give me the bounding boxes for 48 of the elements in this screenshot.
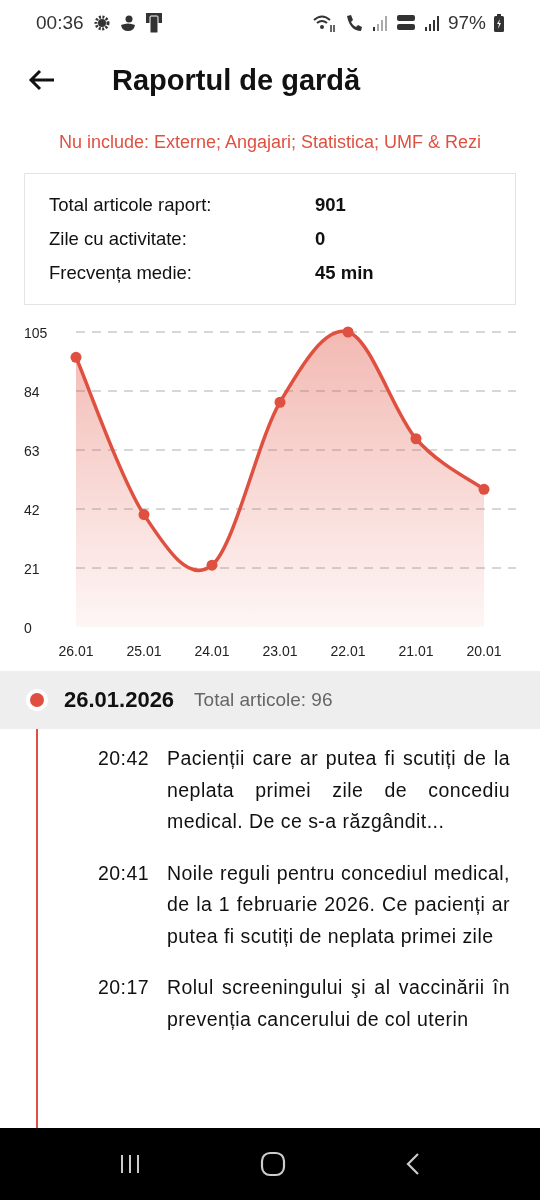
y-tick-label: 42 xyxy=(24,502,40,518)
y-tick-label: 105 xyxy=(24,325,48,341)
x-tick-label: 21.01 xyxy=(398,643,434,659)
timeline-dot xyxy=(26,689,48,711)
home-button[interactable] xyxy=(260,1151,286,1177)
data-point xyxy=(478,483,490,495)
stat-value: 901 xyxy=(315,194,347,216)
data-point xyxy=(410,433,422,445)
device-icon xyxy=(143,12,164,34)
battery-level: 97% xyxy=(447,12,486,34)
stat-value: 45 min xyxy=(315,262,375,284)
day-total: Total articole: 96 xyxy=(194,689,333,711)
stat-label: Frecvența medie: xyxy=(49,262,193,284)
y-tick-label: 21 xyxy=(24,561,40,577)
article-time: 20:17 xyxy=(98,975,151,1000)
recent-apps-button[interactable] xyxy=(119,1154,142,1174)
data-point xyxy=(70,351,82,363)
x-tick-label: 23.01 xyxy=(262,643,298,659)
signal-icon xyxy=(423,14,440,32)
article-time: 20:41 xyxy=(98,860,151,886)
stat-value: 0 xyxy=(315,228,327,250)
data-point xyxy=(342,326,354,338)
data-point xyxy=(206,559,218,571)
x-tick-label: 24.01 xyxy=(194,643,230,659)
x-tick-label: 26.01 xyxy=(58,643,94,659)
y-tick-label: 84 xyxy=(24,384,40,400)
data-point xyxy=(138,509,150,521)
article-title[interactable]: Noile reguli pentru concediul medical, de la 1 februarie 2026. Ce pacienți ar putea fi scutiți de neplata primei zile xyxy=(167,857,510,952)
stat-label: Total articole raport: xyxy=(49,194,213,216)
page-title: Raportul de gardă xyxy=(112,63,361,97)
x-tick-label: 20.01 xyxy=(466,643,502,659)
exclusion-notice: Nu include: Externe; Angajari; Statistica; UMF & Rezi xyxy=(57,132,483,153)
data-point xyxy=(274,396,286,408)
article-time: 20:42 xyxy=(98,746,151,771)
day-date: 26.01.2026 xyxy=(64,687,175,713)
stat-label: Zile cu activitate: xyxy=(49,228,188,250)
back-button[interactable] xyxy=(28,68,56,92)
wifi-icon xyxy=(311,13,336,33)
y-tick-label: 0 xyxy=(24,620,32,636)
back-nav-button[interactable] xyxy=(404,1152,421,1176)
article-title[interactable]: Rolul screeningului şi al vaccinării în prevenția cancerului de col uterin xyxy=(167,972,510,1035)
signal-icon xyxy=(371,14,388,32)
article-title[interactable]: Pacienții care ar putea fi scutiți de la neplata primei zile de concediu medical. De ce s-a răzgândit... xyxy=(167,743,510,838)
x-tick-label: 22.01 xyxy=(330,643,366,659)
y-tick-label: 63 xyxy=(24,443,40,459)
x-tick-label: 25.01 xyxy=(126,643,162,659)
clock: 00:36 xyxy=(36,12,84,34)
battery-icon xyxy=(494,14,504,32)
